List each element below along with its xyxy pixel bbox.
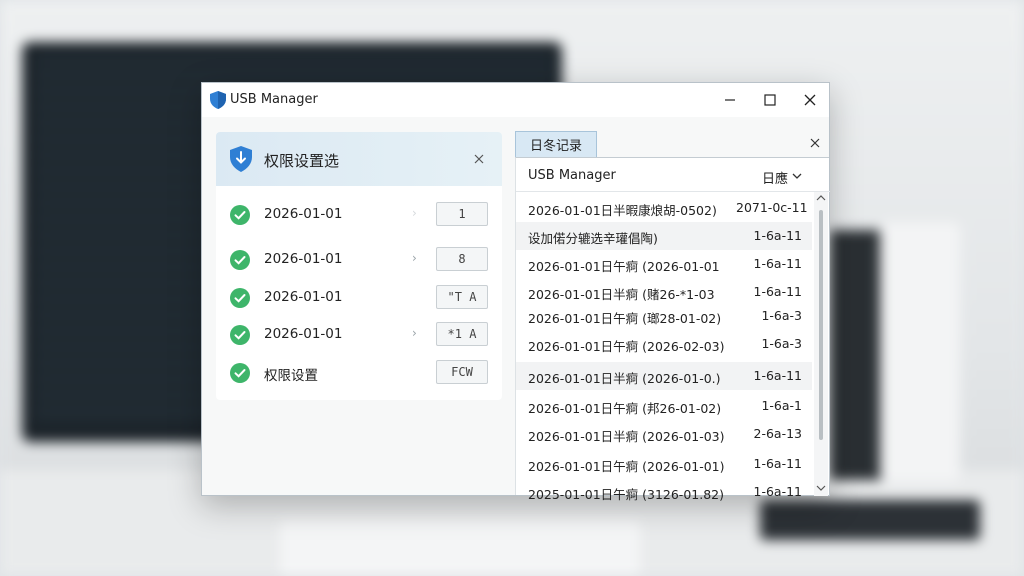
maximize-icon bbox=[764, 94, 776, 106]
permission-title: 权限设置选 bbox=[264, 152, 340, 170]
log-message: 2026-01-01日半痾 (2026-01-03) bbox=[528, 429, 725, 444]
chevron-up-icon[interactable] bbox=[816, 194, 826, 202]
shield-download-icon bbox=[230, 146, 252, 172]
chevron-down-icon[interactable] bbox=[792, 172, 802, 180]
permission-value-field[interactable]: *1 A bbox=[436, 322, 488, 346]
close-icon bbox=[804, 94, 816, 106]
permission-row[interactable]: 2026-01-01 "T A bbox=[216, 283, 502, 313]
close-button[interactable] bbox=[790, 83, 830, 117]
maximize-button[interactable] bbox=[750, 83, 790, 117]
log-message: 2026-01-01日午痾 (2026-02-03) bbox=[528, 339, 725, 354]
log-message: 2026-01-01日半痾 (赌26-*1-03 bbox=[528, 287, 715, 302]
log-row[interactable]: 设加偌分辘选辛瓘倡陶) 1-6a-11 bbox=[516, 222, 812, 250]
log-row[interactable]: 2026-01-01日半痾 (2026-01-0.) 1-6a-11 bbox=[516, 362, 812, 390]
check-circle-icon bbox=[230, 250, 250, 270]
close-icon bbox=[810, 138, 820, 148]
chevron-right-icon: › bbox=[412, 326, 417, 340]
permission-row[interactable]: 2026-01-01 › 8 bbox=[216, 245, 502, 275]
permission-panel: 权限设置选 2026-01-01 › 1 2026-01-01 › 8 2026… bbox=[216, 132, 502, 400]
permission-value-field[interactable]: FCW bbox=[436, 360, 488, 384]
log-row[interactable]: 2026-01-01日半痾 (2026-01-03) 2-6a-13 bbox=[516, 420, 812, 448]
log-date: 1-6a-1 bbox=[761, 398, 802, 413]
column-header-app: USB Manager bbox=[528, 168, 616, 183]
shield-icon bbox=[210, 91, 226, 109]
scroll-thumb[interactable] bbox=[819, 210, 823, 440]
check-circle-icon bbox=[230, 205, 250, 225]
log-message: 2026-01-01日午痾 (2026-01-01) bbox=[528, 459, 725, 474]
log-date: 1-6a-11 bbox=[753, 368, 803, 383]
log-row[interactable]: 2026-01-01日午痾 (2026-02-03) 1-6a-3 bbox=[516, 330, 812, 358]
permission-label: 2026-01-01 bbox=[264, 251, 343, 267]
check-circle-icon bbox=[230, 288, 250, 308]
log-date: 1-6a-11 bbox=[753, 284, 803, 299]
log-row[interactable]: 2026-01-01日午痾 (邦26-01-02) 1-6a-1 bbox=[516, 392, 812, 420]
log-date: 1-6a-3 bbox=[761, 336, 802, 351]
log-date: 2071-0c-11 bbox=[736, 200, 808, 215]
log-message: 2026-01-01日半痾 (2026-01-0.) bbox=[528, 371, 721, 386]
permission-value-field[interactable]: "T A bbox=[436, 285, 488, 309]
log-row[interactable]: 2026-01-01日午痾 (瑯28-01-02) 1-6a-3 bbox=[516, 302, 812, 330]
permission-label: 权限设置 bbox=[264, 368, 318, 384]
log-message: 设加偌分辘选辛瓘倡陶) bbox=[528, 231, 658, 246]
log-message: 2026-01-01日午痾 (2026-01-01 bbox=[528, 259, 720, 274]
log-date: 1-6a-3 bbox=[761, 308, 802, 323]
log-date: 2-6a-13 bbox=[753, 426, 803, 441]
chevron-down-icon[interactable] bbox=[816, 484, 826, 492]
permission-row[interactable]: 2026-01-01 › *1 A bbox=[216, 320, 502, 350]
log-close-button[interactable] bbox=[806, 134, 824, 152]
log-message: 2026-01-01日午痾 (邦26-01-02) bbox=[528, 401, 722, 416]
permission-label: 2026-01-01 bbox=[264, 326, 343, 342]
check-circle-icon bbox=[230, 363, 250, 383]
permission-close-button[interactable] bbox=[470, 150, 488, 168]
title-bar[interactable]: USB Manager bbox=[202, 83, 829, 117]
minimize-button[interactable] bbox=[710, 83, 750, 117]
log-message: 2026-01-01日半暇康烺胡-0502) bbox=[528, 203, 717, 218]
permission-label: 2026-01-01 bbox=[264, 289, 343, 305]
tab-log[interactable]: 日冬记录 bbox=[515, 131, 597, 157]
window-title: USB Manager bbox=[230, 92, 318, 107]
close-icon bbox=[474, 154, 484, 164]
log-date: 1-6a-11 bbox=[753, 484, 803, 499]
check-circle-icon bbox=[230, 325, 250, 345]
column-header-date[interactable]: 日應 bbox=[762, 168, 788, 187]
log-date: 1-6a-11 bbox=[753, 228, 803, 243]
chevron-right-icon: › bbox=[412, 251, 417, 265]
permission-header: 权限设置选 bbox=[216, 132, 502, 186]
log-message: 2026-01-01日午痾 (瑯28-01-02) bbox=[528, 311, 722, 326]
permission-label: 2026-01-01 bbox=[264, 206, 343, 222]
log-scrollbar[interactable] bbox=[814, 192, 828, 496]
permission-value-field[interactable]: 8 bbox=[436, 247, 488, 271]
log-row[interactable]: 2026-01-01日午痾 (2026-01-01 1-6a-11 bbox=[516, 250, 812, 278]
log-date: 1-6a-11 bbox=[753, 256, 803, 271]
log-row[interactable]: 2026-01-01日半暇康烺胡-0502) 2071-0c-11 bbox=[516, 194, 812, 222]
minimize-icon bbox=[725, 99, 735, 101]
log-header: USB Manager 日應 bbox=[516, 158, 830, 192]
permission-value-field[interactable]: 1 bbox=[436, 202, 488, 226]
log-date: 1-6a-11 bbox=[753, 456, 803, 471]
chevron-right-icon: › bbox=[412, 206, 417, 220]
permission-row[interactable]: 权限设置 FCW bbox=[216, 358, 502, 388]
permission-row[interactable]: 2026-01-01 › 1 bbox=[216, 200, 502, 230]
log-panel: USB Manager 日應 2026-01-01日半暇康烺胡-0502) 207… bbox=[515, 157, 830, 502]
log-row[interactable]: 2026-01-01日午痾 (2026-01-01) 1-6a-11 bbox=[516, 450, 812, 478]
usb-manager-window: USB Manager 权限设置选 2026-01-01 › 1 2026-01… bbox=[201, 82, 830, 502]
log-row[interactable]: 2025-01-01日午痾 (3126-01.82) 1-6a-11 bbox=[516, 478, 812, 506]
log-message: 2025-01-01日午痾 (3126-01.82) bbox=[528, 487, 724, 502]
